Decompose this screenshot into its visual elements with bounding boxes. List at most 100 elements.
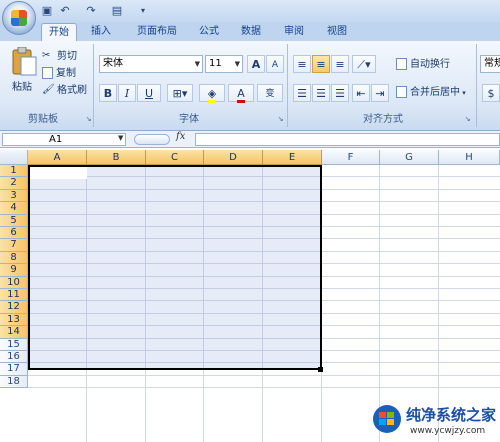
tab-data[interactable]: 数据: [234, 23, 268, 41]
column-header-e[interactable]: E: [263, 150, 322, 165]
redo-icon[interactable]: ↷: [84, 4, 98, 18]
wrap-text-icon: [396, 58, 407, 70]
paste-icon[interactable]: [8, 46, 38, 79]
row-header-8[interactable]: 8: [0, 252, 28, 264]
row-header-2[interactable]: 2: [0, 177, 28, 190]
align-center-icon[interactable]: ☰: [312, 84, 330, 102]
phonetic-button[interactable]: 变: [257, 84, 283, 102]
select-all-corner[interactable]: [0, 150, 28, 165]
font-launcher-icon[interactable]: ↘: [276, 115, 285, 124]
row-header-7[interactable]: 7: [0, 239, 28, 252]
align-left-icon[interactable]: ☰: [293, 84, 311, 102]
tab-view[interactable]: 视图: [320, 23, 354, 41]
insert-function-button[interactable]: fx: [176, 131, 185, 142]
grow-font-button[interactable]: A: [247, 55, 265, 73]
align-middle-icon[interactable]: ≡: [312, 55, 330, 73]
copy-button[interactable]: 复制: [42, 66, 76, 82]
decrease-indent-icon[interactable]: ⇤: [352, 84, 370, 102]
chevron-down-icon: ▼: [234, 60, 240, 68]
row-header-13[interactable]: 13: [0, 314, 28, 326]
formula-input[interactable]: [195, 133, 500, 146]
row-header-15[interactable]: 15: [0, 339, 28, 351]
cut-button[interactable]: ✂ 剪切: [42, 49, 77, 65]
clipboard-group-label: 剪贴板: [28, 114, 58, 125]
wrap-text-button[interactable]: 自动换行: [396, 57, 450, 73]
office-button[interactable]: [2, 1, 36, 35]
print-preview-icon[interactable]: ▤: [110, 4, 124, 18]
fill-handle[interactable]: [318, 367, 323, 372]
row-header-11[interactable]: 11: [0, 289, 28, 301]
copy-icon: [42, 67, 53, 79]
row-header-4[interactable]: 4: [0, 202, 28, 215]
column-header-h[interactable]: H: [439, 150, 500, 165]
row-header-14[interactable]: 14: [0, 326, 28, 339]
alignment-group-label: 对齐方式: [363, 114, 403, 125]
font-name-select[interactable]: 宋体 ▼: [99, 55, 203, 73]
chevron-down-icon: ▼: [194, 60, 200, 68]
column-header-d[interactable]: D: [204, 150, 263, 165]
selection-range[interactable]: [28, 165, 322, 370]
merge-cells-icon: [396, 86, 407, 98]
row-header-1[interactable]: 1: [0, 165, 28, 177]
watermark: 纯净系统之家 www.ycwjzy.com: [366, 398, 500, 442]
row-header-12[interactable]: 12: [0, 301, 28, 314]
tab-home[interactable]: 开始: [41, 23, 77, 42]
paste-button[interactable]: 粘贴: [12, 80, 32, 96]
font-size-select[interactable]: 11 ▼: [205, 55, 243, 73]
align-right-icon[interactable]: ☰: [331, 84, 349, 102]
tab-formulas[interactable]: 公式: [192, 23, 226, 41]
undo-icon[interactable]: ↶: [58, 4, 72, 18]
increase-indent-icon[interactable]: ⇥: [371, 84, 389, 102]
fill-color-icon: ◈: [207, 87, 217, 103]
alignment-launcher-icon[interactable]: ↘: [463, 115, 472, 124]
name-box[interactable]: A1: [2, 133, 126, 146]
column-header-b[interactable]: B: [87, 150, 146, 165]
row-header-16[interactable]: 16: [0, 351, 28, 363]
accounting-format-icon[interactable]: $: [482, 84, 500, 102]
chevron-down-icon[interactable]: ▼: [118, 134, 123, 142]
row-header-3[interactable]: 3: [0, 190, 28, 202]
merge-center-button[interactable]: 合并后居中 ▾: [396, 85, 466, 101]
watermark-brand: 纯净系统之家: [406, 406, 497, 424]
row-header-9[interactable]: 9: [0, 264, 28, 277]
align-bottom-icon[interactable]: ≡: [331, 55, 349, 73]
tab-insert[interactable]: 插入: [84, 23, 118, 41]
italic-button[interactable]: I: [118, 84, 136, 102]
row-header-18[interactable]: 18: [0, 376, 28, 388]
number-format-select[interactable]: 常规: [480, 55, 500, 73]
row-gridline: [28, 387, 500, 388]
orientation-icon[interactable]: ⟋▾: [352, 55, 376, 73]
bold-button[interactable]: B: [99, 84, 117, 102]
active-cell[interactable]: [30, 167, 87, 179]
shrink-font-button[interactable]: A: [266, 55, 284, 73]
watermark-url: www.ycwjzy.com: [410, 426, 486, 436]
row-header-6[interactable]: 6: [0, 227, 28, 239]
group-divider: [476, 44, 477, 127]
font-group-label: 字体: [179, 114, 199, 125]
align-top-icon[interactable]: ≡: [293, 55, 311, 73]
chevron-down-icon: ▾: [460, 89, 466, 97]
scissors-icon: ✂: [42, 50, 51, 61]
column-header-f[interactable]: F: [322, 150, 380, 165]
title-bar: [0, 0, 500, 22]
format-painter-icon: 🖌: [42, 84, 55, 95]
font-color-button[interactable]: A: [228, 84, 254, 103]
tab-page-layout[interactable]: 页面布局: [128, 23, 186, 41]
row-gridline: [28, 375, 500, 376]
row-header-5[interactable]: 5: [0, 215, 28, 227]
clipboard-launcher-icon[interactable]: ↘: [84, 115, 93, 124]
row-header-17[interactable]: 17: [0, 363, 28, 376]
column-header-g[interactable]: G: [380, 150, 439, 165]
office-logo-icon: [11, 10, 27, 26]
customize-icon[interactable]: ▾: [136, 4, 150, 18]
borders-button[interactable]: ⊞▾: [167, 84, 193, 102]
row-header-10[interactable]: 10: [0, 277, 28, 289]
column-header-c[interactable]: C: [146, 150, 204, 165]
format-painter-button[interactable]: 🖌 格式刷: [42, 83, 87, 99]
fill-color-button[interactable]: ◈: [199, 84, 225, 103]
windows-logo-icon: [372, 404, 402, 434]
underline-button[interactable]: U: [137, 84, 161, 102]
tab-review[interactable]: 审阅: [277, 23, 311, 41]
column-header-a[interactable]: A: [28, 150, 87, 165]
save-icon[interactable]: ▣: [40, 4, 54, 18]
